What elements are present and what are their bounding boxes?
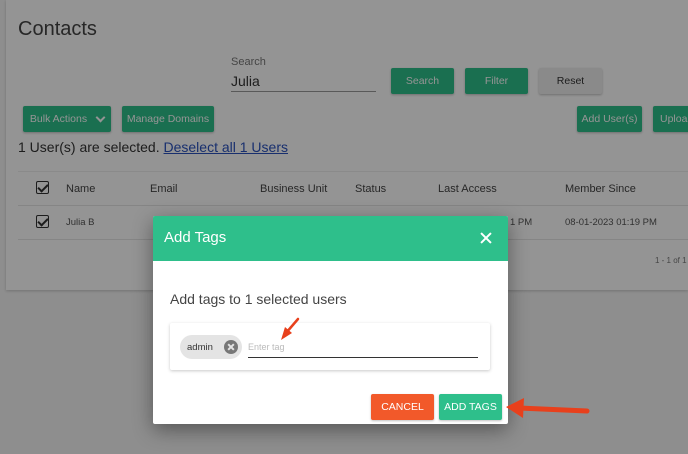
dialog-subtitle: Add tags to 1 selected users bbox=[170, 291, 347, 307]
dialog-header: Add Tags bbox=[153, 216, 508, 261]
cancel-button[interactable]: CANCEL bbox=[371, 394, 434, 420]
add-tags-button[interactable]: ADD TAGS bbox=[439, 394, 502, 420]
tag-chip-label: admin bbox=[187, 341, 213, 353]
remove-tag-icon[interactable] bbox=[224, 340, 238, 354]
tag-input-container: admin bbox=[170, 323, 490, 370]
tag-input[interactable] bbox=[248, 336, 478, 358]
close-icon[interactable] bbox=[477, 229, 495, 247]
dialog-title: Add Tags bbox=[164, 229, 227, 246]
tag-chip: admin bbox=[180, 335, 242, 359]
add-tags-dialog: Add Tags Add tags to 1 selected users ad… bbox=[153, 216, 508, 424]
